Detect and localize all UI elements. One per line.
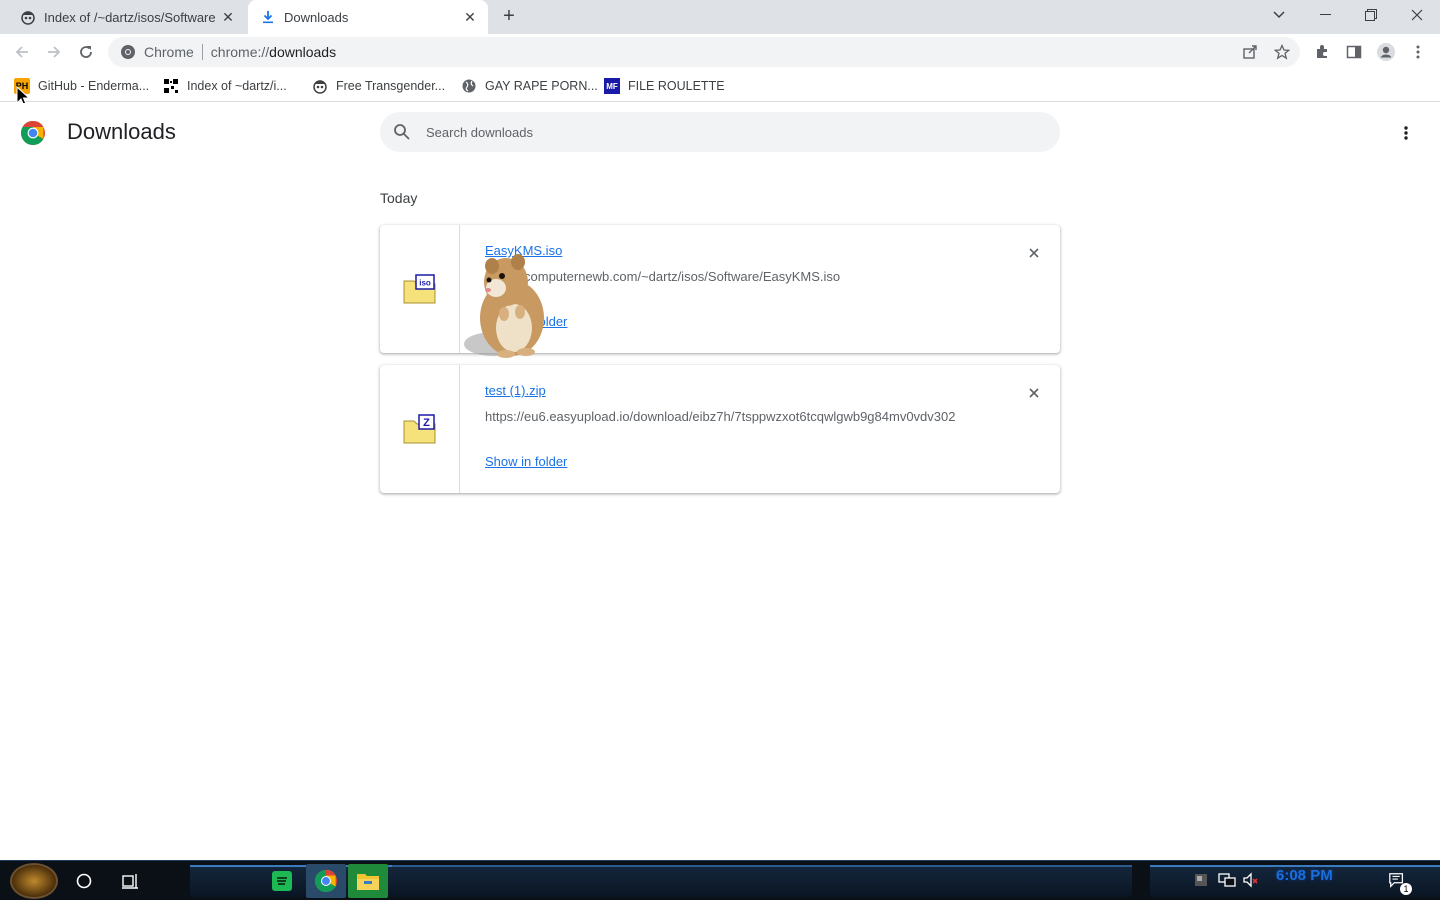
- reload-icon[interactable]: [72, 38, 100, 66]
- hamster-desktop-pet[interactable]: [462, 252, 552, 360]
- minimize-icon[interactable]: [1302, 0, 1348, 30]
- bookmark-label: FILE ROULETTE: [628, 79, 725, 93]
- bookmark-label: GAY RAPE PORN...: [485, 79, 598, 93]
- task-view-icon[interactable]: [112, 865, 148, 897]
- file-name-link[interactable]: test (1).zip: [485, 383, 546, 398]
- search-downloads-input[interactable]: [426, 124, 1026, 140]
- volume-muted-icon[interactable]: [1242, 871, 1260, 889]
- side-panel-icon[interactable]: [1342, 40, 1366, 64]
- notification-count-badge: 1: [1400, 883, 1412, 895]
- downloads-page: Downloads Today iso EasyKMS.iso https://…: [0, 103, 1440, 860]
- bookmark-label: GitHub - Enderma...: [38, 79, 150, 93]
- download-item: Z test (1).zip https://eu6.easyupload.io…: [380, 365, 1060, 493]
- tab-downloads[interactable]: Downloads ✕: [248, 0, 488, 34]
- chrome-taskbar-icon[interactable]: [306, 864, 346, 898]
- file-explorer-icon[interactable]: [348, 864, 388, 898]
- iso-file-icon: iso: [403, 274, 435, 304]
- chrome-menu-icon[interactable]: [1406, 40, 1430, 64]
- browser-toolbar: Chrome chrome://downloads: [0, 34, 1440, 70]
- file-source-url[interactable]: https://eu6.easyupload.io/download/eibz7…: [485, 409, 955, 424]
- close-tab-icon[interactable]: ✕: [460, 7, 480, 27]
- qr-icon: [163, 78, 179, 94]
- url-text: chrome://downloads: [211, 44, 336, 60]
- date-header: Today: [380, 190, 418, 206]
- remove-download-icon[interactable]: [1022, 241, 1046, 265]
- show-in-folder-link[interactable]: Show in folder: [485, 454, 567, 469]
- more-actions-icon[interactable]: [1394, 121, 1418, 145]
- tab-title: Index of /~dartz/isos/Software: [44, 9, 216, 25]
- remove-download-icon[interactable]: [1022, 381, 1046, 405]
- cortana-search-icon[interactable]: [66, 865, 102, 897]
- tab-index-of-dartz[interactable]: Index of /~dartz/isos/Software ✕: [8, 0, 246, 34]
- download-icon: [260, 9, 276, 25]
- network-icon[interactable]: [1218, 871, 1236, 889]
- tab-title: Downloads: [284, 9, 349, 25]
- taskbar-clock[interactable]: 6:08 PM: [1276, 867, 1333, 884]
- share-icon[interactable]: [1238, 40, 1262, 64]
- spy-icon: [20, 9, 36, 25]
- back-icon[interactable]: [8, 38, 36, 66]
- bookmark-item[interactable]: GAY RAPE PORN...: [461, 76, 598, 96]
- url-scheme: chrome://: [210, 44, 270, 60]
- forward-icon[interactable]: [40, 38, 68, 66]
- windows-taskbar: 6:08 PM 1: [0, 860, 1440, 900]
- extensions-icon[interactable]: [1310, 40, 1334, 64]
- file-icon-column: Z: [380, 365, 460, 493]
- bookmark-item[interactable]: PH GitHub - Enderma...: [14, 76, 149, 96]
- search-bar[interactable]: [380, 112, 1060, 152]
- file-badge: Z: [423, 417, 430, 429]
- url-host: downloads: [269, 44, 337, 60]
- tray-app-icon[interactable]: [1192, 871, 1210, 889]
- tab-search-icon[interactable]: [1256, 0, 1302, 30]
- address-bar[interactable]: Chrome chrome://downloads: [108, 37, 1300, 67]
- bookmarks-bar: PH GitHub - Enderma... Index of ~dartz/i…: [0, 70, 1440, 102]
- chrome-logo-icon: [20, 121, 45, 146]
- close-tab-icon[interactable]: ✕: [218, 7, 238, 27]
- bookmark-item[interactable]: Free Transgender...: [312, 76, 445, 96]
- start-button[interactable]: [10, 863, 58, 899]
- new-tab-button[interactable]: +: [498, 6, 520, 28]
- mf-icon: MF: [604, 78, 620, 94]
- restore-icon[interactable]: [1348, 0, 1394, 30]
- bookmark-label: Free Transgender...: [336, 79, 446, 93]
- bookmark-label: Index of ~dartz/i...: [187, 79, 287, 93]
- bookmark-item[interactable]: MF FILE ROULETTE: [604, 76, 725, 96]
- chrome-site-icon: [121, 45, 135, 59]
- bookmark-item[interactable]: Index of ~dartz/i...: [163, 76, 287, 96]
- site-chip: Chrome: [144, 44, 203, 60]
- tab-strip: Index of /~dartz/isos/Software ✕ Downloa…: [0, 0, 1440, 34]
- file-badge: iso: [419, 279, 431, 288]
- search-icon: [394, 124, 410, 140]
- spotify-icon[interactable]: [262, 864, 302, 898]
- profile-avatar-icon[interactable]: [1374, 40, 1398, 64]
- zip-file-icon: Z: [403, 414, 435, 444]
- bookmark-star-icon[interactable]: [1270, 40, 1294, 64]
- page-title: Downloads: [67, 119, 176, 144]
- close-window-icon[interactable]: [1394, 0, 1440, 30]
- spy-icon: [312, 78, 328, 94]
- taskbar-middle-band: [392, 865, 1132, 897]
- file-icon-column: iso: [380, 225, 460, 353]
- globe-icon: [461, 78, 477, 94]
